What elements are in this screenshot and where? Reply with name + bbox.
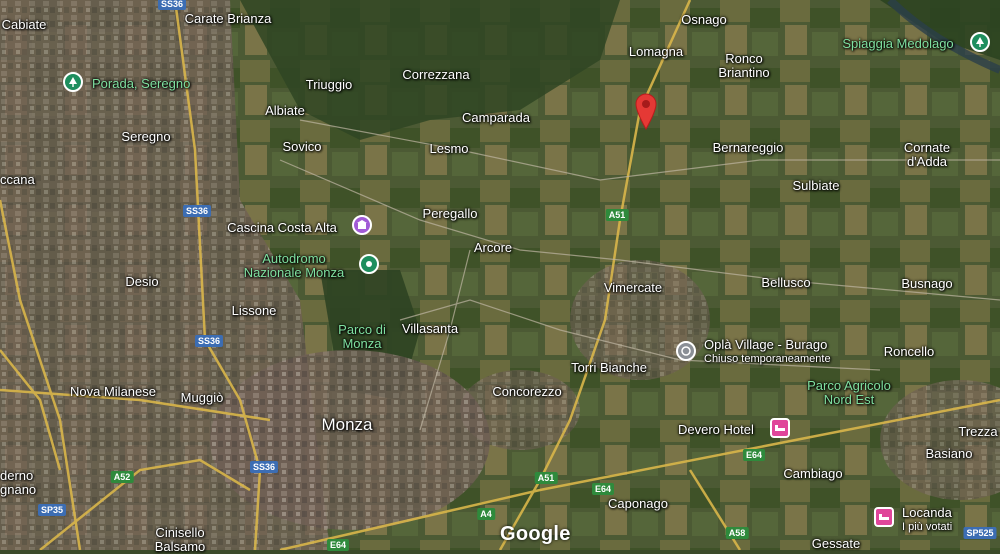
road-shield: SP525 bbox=[963, 527, 997, 539]
place-label-seregno: Seregno bbox=[121, 129, 171, 144]
amusement-icon[interactable] bbox=[676, 341, 696, 361]
road-shield: A51 bbox=[605, 209, 629, 221]
poi-label-parco-agricolo[interactable]: Parco Agricolo Nord Est bbox=[807, 379, 891, 407]
park-icon[interactable] bbox=[970, 32, 990, 52]
place-label-caponago: Caponago bbox=[608, 496, 668, 511]
poi-label-cascina-costa-alta[interactable]: Cascina Costa Alta bbox=[227, 221, 337, 235]
hotel-icon[interactable] bbox=[874, 507, 894, 527]
place-label-nova-milanese: Nova Milanese bbox=[70, 384, 156, 399]
place-label-basiano: Basiano bbox=[925, 446, 973, 461]
poi-label-spiaggia-medolago[interactable]: Spiaggia Medolago bbox=[842, 37, 953, 51]
place-label-lomagna: Lomagna bbox=[628, 44, 684, 59]
place-label-torri-bianche: Torri Bianche bbox=[571, 360, 647, 375]
road-shield: E64 bbox=[591, 483, 615, 495]
place-label-bellusco: Bellusco bbox=[761, 275, 811, 290]
road-shield: SS36 bbox=[157, 0, 187, 10]
place-label-arcore: Arcore bbox=[473, 240, 513, 255]
road-shield: A4 bbox=[477, 508, 495, 520]
place-label-cesano: ccana bbox=[0, 172, 35, 187]
place-label-gessate: Gessate bbox=[811, 536, 861, 551]
place-label-trezzano: Trezza bbox=[958, 424, 998, 439]
place-label-monza: Monza bbox=[321, 415, 373, 434]
place-label-cabiate: Cabiate bbox=[1, 17, 47, 32]
place-label-triuggio: Triuggio bbox=[305, 77, 353, 92]
road-shield: SS36 bbox=[249, 461, 279, 473]
poi-status: Chiuso temporaneamente bbox=[704, 353, 831, 365]
road-shield: A51 bbox=[534, 472, 558, 484]
road-shield: E64 bbox=[326, 539, 350, 551]
poi-rating: I più votati bbox=[902, 521, 953, 533]
racetrack-icon[interactable] bbox=[359, 254, 379, 274]
place-label-busnago: Busnago bbox=[901, 276, 953, 291]
road-shield: SS36 bbox=[182, 205, 212, 217]
place-label-roncello: Roncello bbox=[883, 344, 935, 359]
place-label-lesmo: Lesmo bbox=[429, 141, 469, 156]
place-label-lissone: Lissone bbox=[231, 303, 277, 318]
place-label-paderno: derno gnano bbox=[0, 468, 37, 497]
poi-title: Oplà Village - Burago bbox=[704, 337, 828, 352]
place-label-albiate: Albiate bbox=[265, 103, 305, 118]
poi-label-devero-hotel[interactable]: Devero Hotel bbox=[678, 423, 754, 437]
place-label-cambiago: Cambiago bbox=[783, 466, 843, 481]
road-shield: SP35 bbox=[37, 504, 67, 516]
place-label-cornate-dadda: Cornate d'Adda bbox=[903, 140, 951, 169]
poi-label-parco-monza[interactable]: Parco di Monza bbox=[338, 323, 386, 351]
poi-label-autodromo[interactable]: Autodromo Nazionale Monza bbox=[244, 252, 344, 280]
place-label-camparada: Camparada bbox=[462, 110, 530, 125]
place-label-muggio: Muggiò bbox=[180, 390, 224, 405]
road-shield: SS36 bbox=[194, 335, 224, 347]
road-shield: E64 bbox=[742, 449, 766, 461]
place-label-desio: Desio bbox=[125, 274, 159, 289]
landmark-icon[interactable] bbox=[352, 215, 372, 235]
park-icon[interactable] bbox=[63, 72, 83, 92]
poi-label-porada-seregno[interactable]: Porada, Seregno bbox=[92, 77, 190, 91]
place-label-correzzana: Correzzana bbox=[402, 67, 470, 82]
place-label-bernareggio: Bernareggio bbox=[712, 140, 784, 155]
place-label-sovico: Sovico bbox=[282, 139, 322, 154]
place-label-sulbiate: Sulbiate bbox=[792, 178, 840, 193]
poi-title: Locanda bbox=[902, 505, 952, 520]
place-label-ronco-briantino: Ronco Briantino bbox=[718, 51, 770, 80]
road-shield: A52 bbox=[110, 471, 134, 483]
location-pin-icon[interactable] bbox=[634, 92, 658, 130]
poi-label-locanda[interactable]: Locanda I più votati bbox=[902, 506, 952, 534]
road-shield: A58 bbox=[725, 527, 749, 539]
place-label-concorezzo: Concorezzo bbox=[492, 384, 562, 399]
google-logo: Google bbox=[500, 523, 571, 545]
poi-label-opla-village[interactable]: Oplà Village - Burago Chiuso temporaneam… bbox=[704, 338, 831, 366]
place-label-osnago: Osnago bbox=[681, 12, 727, 27]
place-label-peregallo: Peregallo bbox=[422, 206, 478, 221]
hotel-icon[interactable] bbox=[770, 418, 790, 438]
place-label-villasanta: Villasanta bbox=[401, 321, 459, 336]
place-label-vimercate: Vimercate bbox=[603, 280, 663, 295]
place-label-carate-brianza: Carate Brianza bbox=[184, 11, 272, 26]
